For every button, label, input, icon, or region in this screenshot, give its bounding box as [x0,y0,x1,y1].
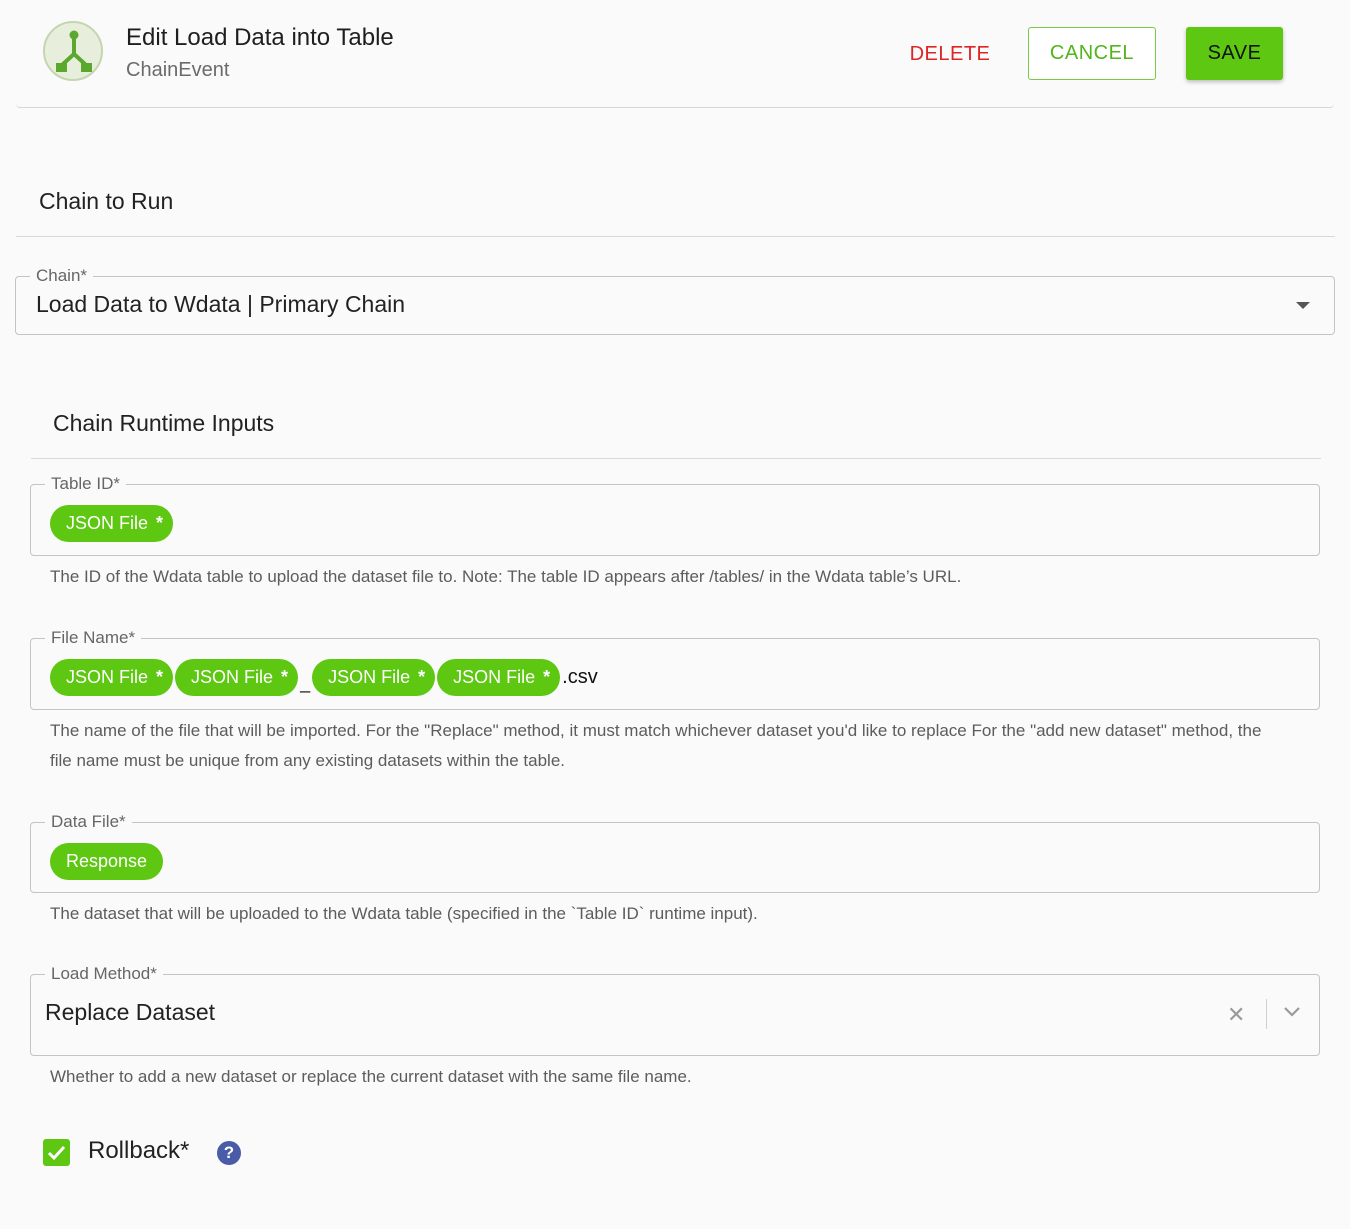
data-file-field[interactable]: Data File* Response [30,812,1320,893]
data-file-helper: The dataset that will be uploaded to the… [50,904,758,923]
chain-select-value: Load Data to Wdata | Primary Chain [36,291,406,317]
chain-branch-icon [43,21,103,81]
file-name-suffix: .csv [562,666,598,688]
select-separator [1266,999,1267,1029]
caret-down-icon[interactable] [1296,302,1310,309]
required-star-icon: * [156,513,164,533]
save-button[interactable]: SAVE [1186,27,1283,80]
file-name-field[interactable]: File Name* JSON File * JSON File * _ JSON … [30,628,1320,710]
runtime-section-title: Chain Runtime Inputs [53,410,275,436]
load-method-label: Load Method* [45,964,163,984]
rollback-checkbox[interactable] [43,1139,70,1166]
table-id-chip[interactable]: JSON File * [50,505,174,542]
file-name-chip[interactable]: JSON File * [175,659,299,696]
chain-section-title: Chain to Run [39,188,174,214]
chain-select-label: Chain* [30,266,94,286]
file-name-label: File Name* [45,628,142,648]
data-file-chip[interactable]: Response [50,843,164,880]
help-icon[interactable]: ? [217,1141,241,1165]
chevron-down-icon[interactable] [1283,1005,1301,1023]
file-name-helper: The name of the file that will be import… [50,721,1262,770]
table-id-label: Table ID* [45,474,126,494]
page-subtitle: ChainEvent [126,59,230,81]
load-method-value: Replace Dataset [45,999,216,1025]
data-file-label: Data File* [45,812,132,832]
rollback-label: Rollback* [88,1137,190,1164]
file-name-chip[interactable]: JSON File * [437,659,561,696]
chain-section-divider [16,236,1335,237]
required-star-icon: * [281,667,289,687]
delete-button[interactable]: DELETE [898,28,1002,80]
file-name-chip[interactable]: JSON File * [50,659,174,696]
required-star-icon: * [156,667,164,687]
chain-select[interactable]: Chain* Load Data to Wdata | Primary Chai… [15,266,1335,335]
table-id-field[interactable]: Table ID* JSON File * [30,474,1320,556]
load-method-helper: Whether to add a new dataset or replace … [50,1067,692,1086]
file-name-separator: _ [300,673,311,693]
runtime-section-divider [31,458,1321,459]
required-star-icon: * [418,667,426,687]
file-name-chip[interactable]: JSON File * [312,659,436,696]
cancel-button[interactable]: CANCEL [1028,27,1156,80]
page-title: Edit Load Data into Table [126,24,394,51]
load-method-select[interactable]: Load Method* Replace Dataset ✕ [30,964,1320,1056]
clear-icon[interactable]: ✕ [1227,1001,1245,1029]
table-id-helper: The ID of the Wdata table to upload the … [50,567,962,586]
checkmark-icon [47,1145,66,1161]
required-star-icon: * [543,667,551,687]
